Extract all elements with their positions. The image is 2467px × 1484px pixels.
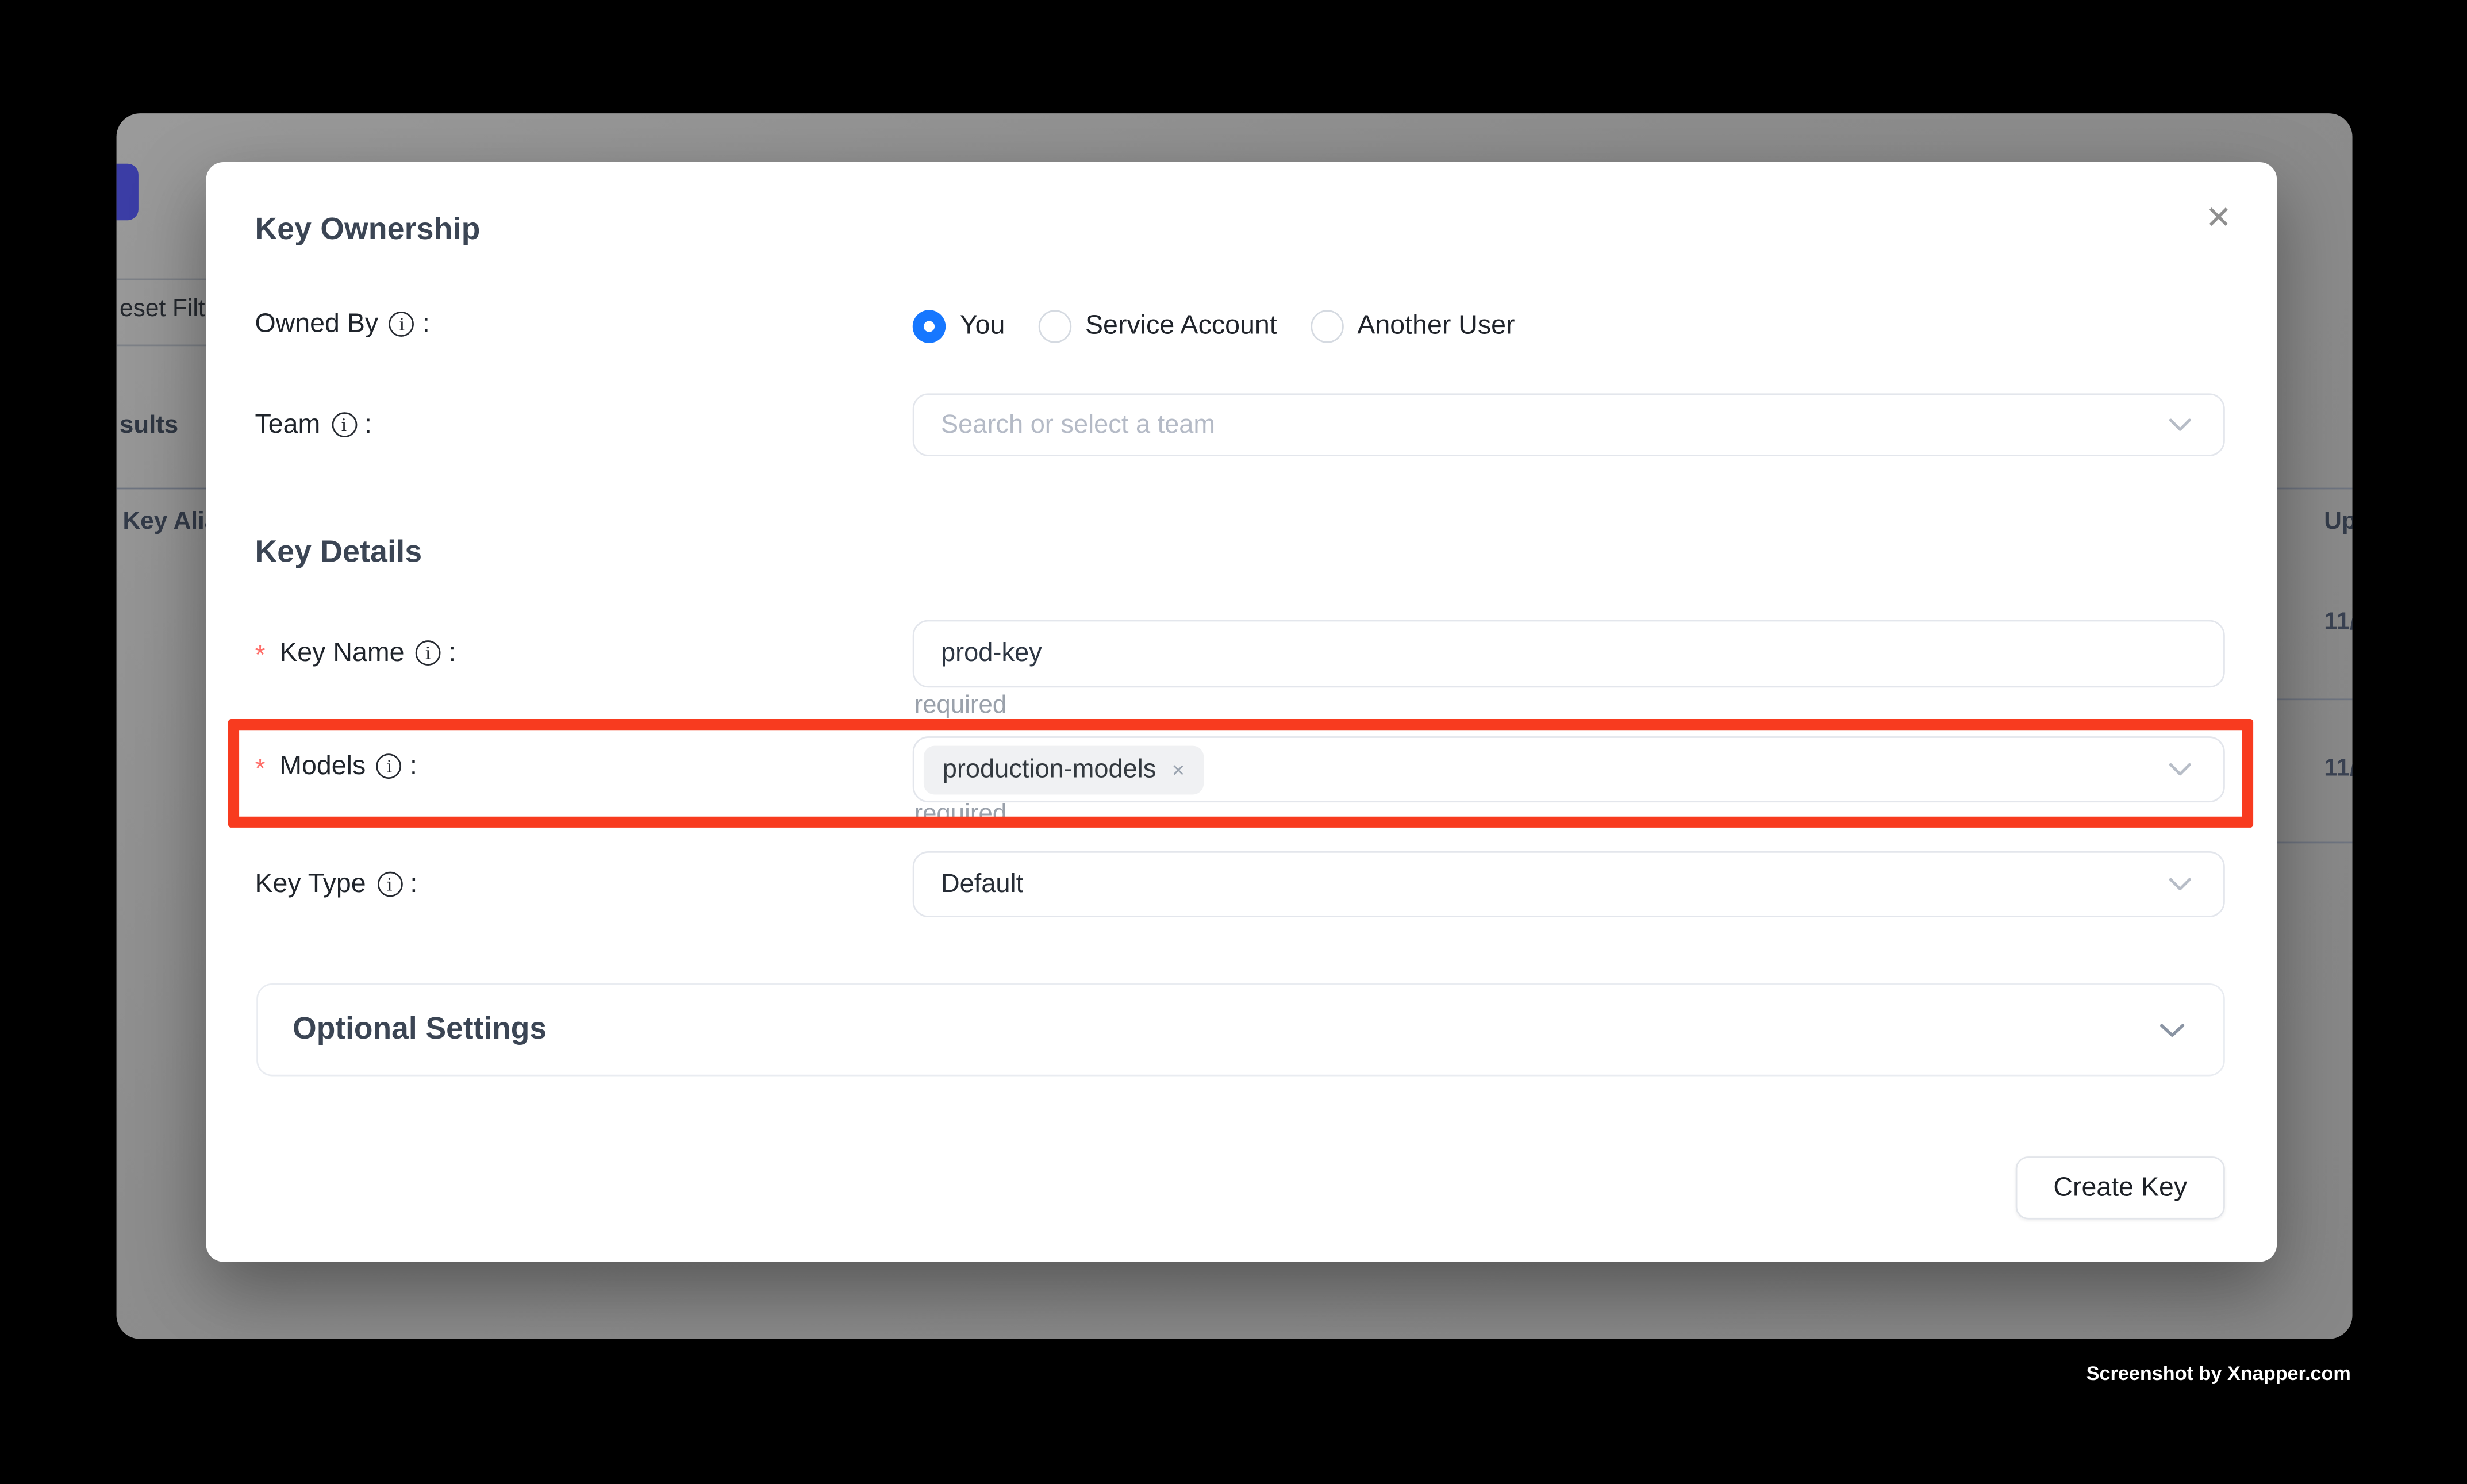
- label-colon: :: [364, 409, 372, 441]
- radio-unselected-icon[interactable]: [1038, 309, 1071, 342]
- radio-unselected-icon[interactable]: [1310, 309, 1343, 342]
- key-type-label-text: Key Type: [255, 868, 366, 900]
- required-marker: *: [255, 640, 265, 672]
- section-title-key-details: Key Details: [255, 535, 422, 571]
- watermark-text: Screenshot by Xnapper.com: [2086, 1363, 2351, 1385]
- team-select[interactable]: Search or select a team: [913, 393, 2225, 456]
- label-colon: :: [410, 868, 417, 900]
- info-icon[interactable]: i: [416, 640, 441, 666]
- screenshot-stage: eset Filt sults Key Alia Up 11/ 11/ ✕ Ke…: [0, 0, 2467, 1483]
- chevron-down-icon: [2168, 877, 2192, 891]
- selected-model-tag-label: production-models: [943, 755, 1156, 785]
- models-multiselect[interactable]: production-models ×: [913, 736, 2225, 802]
- owned-by-label: Owned By i :: [255, 297, 429, 351]
- key-name-label: * Key Name i :: [255, 626, 456, 680]
- models-label: * Models i :: [255, 740, 417, 793]
- info-icon[interactable]: i: [389, 312, 414, 337]
- radio-label: Service Account: [1085, 310, 1277, 341]
- chevron-down-icon: [2168, 418, 2192, 432]
- info-icon[interactable]: i: [376, 753, 402, 779]
- key-name-value: prod-key: [941, 639, 1042, 668]
- info-icon[interactable]: i: [331, 412, 356, 437]
- label-colon: :: [422, 309, 430, 340]
- radio-label: Another User: [1357, 310, 1515, 341]
- required-marker: *: [255, 753, 265, 785]
- team-label-text: Team: [255, 409, 320, 441]
- key-name-input[interactable]: prod-key: [913, 620, 2225, 688]
- table-header-key-alias: Key Alia: [123, 508, 218, 536]
- radio-selected-icon[interactable]: [913, 309, 946, 342]
- table-header-updated: Up: [2324, 508, 2352, 536]
- team-select-placeholder: Search or select a team: [941, 410, 1215, 440]
- optional-settings-title: Optional Settings: [293, 1012, 547, 1048]
- team-label: Team i :: [255, 398, 371, 452]
- radio-option-another-user[interactable]: Another User: [1310, 309, 1515, 342]
- key-type-select[interactable]: Default: [913, 851, 2225, 917]
- table-cell-date: 11/: [2324, 755, 2352, 783]
- info-icon[interactable]: i: [377, 872, 402, 897]
- owned-by-radio-group: You Service Account Another User: [913, 309, 1515, 343]
- radio-option-service-account[interactable]: Service Account: [1038, 309, 1277, 342]
- key-name-label-text: Key Name: [279, 637, 404, 669]
- table-cell-date: 11/: [2324, 609, 2352, 637]
- label-colon: :: [448, 637, 456, 669]
- models-required-hint: required: [914, 801, 1006, 829]
- key-type-value: Default: [941, 869, 1023, 899]
- results-count-fragment: sults: [120, 412, 178, 440]
- optional-settings-toggle[interactable]: Optional Settings: [256, 983, 2225, 1077]
- create-key-modal: ✕ Key Ownership Owned By i : You Service…: [206, 162, 2277, 1262]
- section-title-key-ownership: Key Ownership: [255, 213, 480, 249]
- selected-model-tag: production-models ×: [924, 745, 1204, 794]
- key-name-required-hint: required: [914, 693, 1006, 721]
- chevron-down-icon: [2159, 1022, 2186, 1037]
- dimmed-primary-button-fragment: [117, 164, 139, 221]
- create-key-button[interactable]: Create Key: [2016, 1156, 2225, 1220]
- models-label-text: Models: [279, 751, 366, 782]
- tag-remove-icon[interactable]: ×: [1172, 757, 1185, 782]
- radio-option-you[interactable]: You: [913, 309, 1005, 342]
- label-colon: :: [410, 751, 417, 782]
- reset-filters-button-fragment[interactable]: eset Filt: [120, 296, 205, 324]
- key-type-label: Key Type i :: [255, 858, 417, 911]
- owned-by-label-text: Owned By: [255, 309, 378, 340]
- close-icon[interactable]: ✕: [2198, 197, 2239, 237]
- chevron-down-icon: [2168, 762, 2192, 776]
- radio-label: You: [960, 310, 1005, 341]
